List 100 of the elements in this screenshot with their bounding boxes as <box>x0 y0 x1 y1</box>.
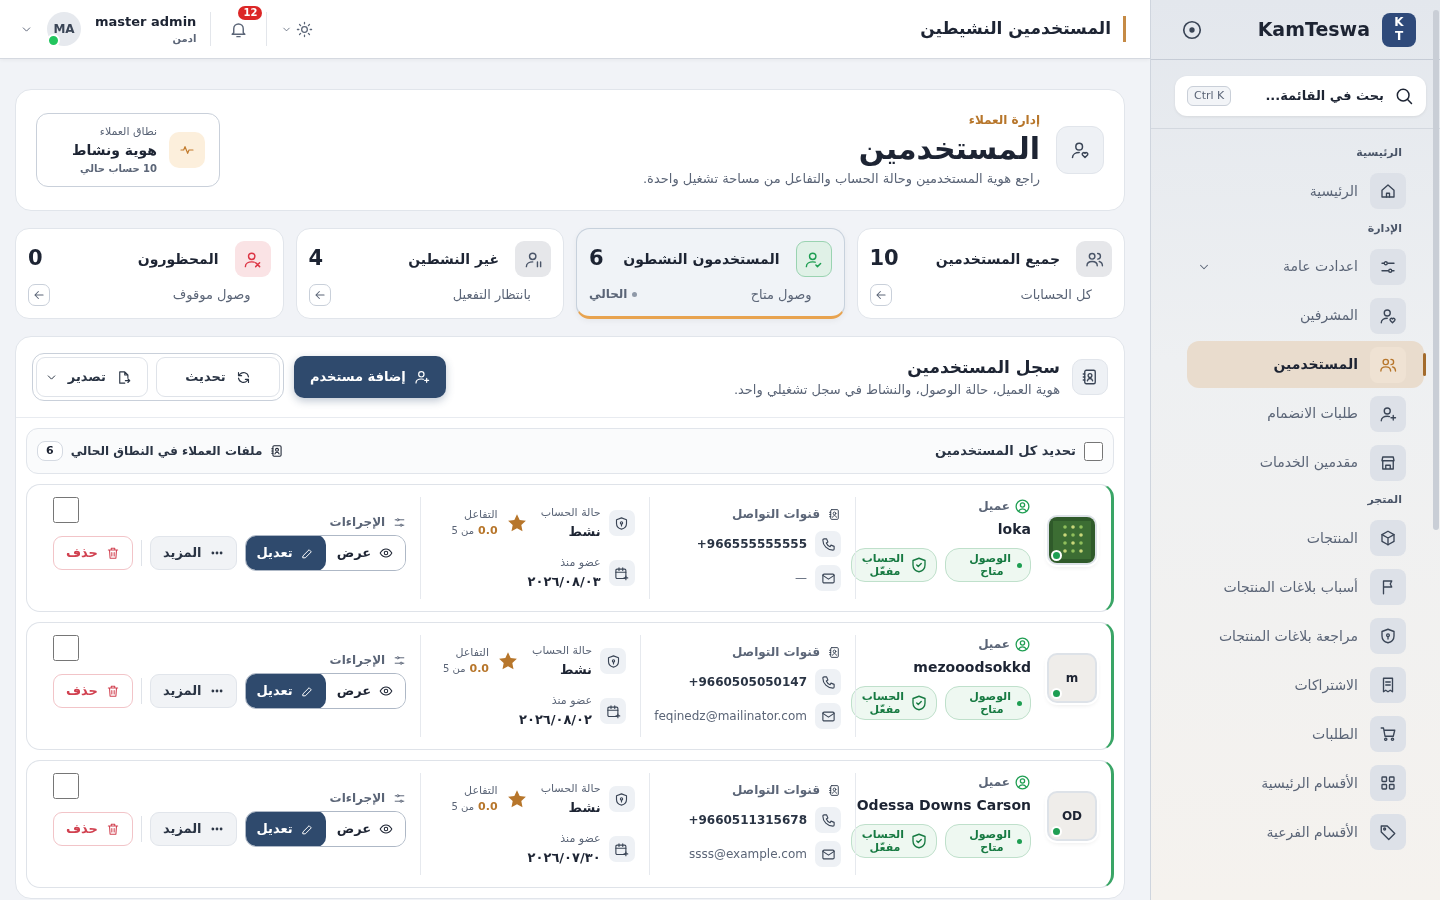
trash-icon <box>106 684 120 698</box>
score-scale: من 5 <box>443 662 466 676</box>
edit-button[interactable]: تعديل <box>245 674 326 708</box>
stat-title: المستخدمون النشطون <box>622 249 780 270</box>
eye-icon <box>379 822 394 836</box>
more-button[interactable]: المزيد <box>150 674 237 708</box>
edit-button[interactable]: تعديل <box>245 812 326 846</box>
delete-button[interactable]: حذف <box>53 812 133 846</box>
phone-icon <box>820 812 836 828</box>
edit-button[interactable]: تعديل <box>245 536 326 570</box>
stat-value: 4 <box>308 245 324 273</box>
delete-button[interactable]: حذف <box>53 536 133 570</box>
user-role: ادمن <box>171 32 197 47</box>
stat-value: 10 <box>869 245 899 273</box>
select-all-checkbox[interactable] <box>1084 441 1103 461</box>
delete-button[interactable]: حذف <box>53 674 133 708</box>
contacts-title: قنوات التواصل <box>731 782 820 799</box>
page-description: راجع هوية المستخدمين وحالة الحساب والتفاعل من مساحة تشغيل واحدة. <box>643 170 1040 189</box>
sidebar-item[interactable]: اعدادت عامة <box>1187 243 1416 290</box>
select-all-label: تحديد كل المستخدمين <box>935 442 1076 461</box>
engagement-score: 0.0 <box>478 523 498 539</box>
arrow-button[interactable] <box>28 284 50 306</box>
contact-card-icon <box>1081 368 1099 386</box>
sidebar-item[interactable]: أسباب بلاغات المنتجات <box>1187 563 1416 611</box>
eye-icon <box>379 684 394 698</box>
sidebar-item[interactable]: المستخدمين <box>1187 341 1424 388</box>
more-button[interactable]: المزيد <box>150 812 237 846</box>
sidebar-item[interactable]: المشرفين <box>1187 292 1416 339</box>
user-role: عميل <box>978 636 1010 653</box>
target-icon <box>1181 18 1203 41</box>
account-badge: الحساب مفعّل <box>851 824 937 859</box>
theme-toggle-button[interactable] <box>281 20 314 38</box>
stat-note: وصول متاح <box>749 285 813 304</box>
trash-icon <box>106 822 120 836</box>
row-checkbox[interactable] <box>53 497 79 523</box>
page-heading: المستخدمين <box>857 131 1040 168</box>
calendar-icon <box>614 565 630 581</box>
sidebar-item[interactable]: الأقسام الرئيسية <box>1187 759 1416 807</box>
search-field[interactable]: بحث في القائمة... <box>1239 85 1386 107</box>
sidebar-item[interactable]: الاشتراكات <box>1187 661 1416 709</box>
row-checkbox[interactable] <box>53 773 79 799</box>
pencil-icon <box>300 822 314 836</box>
email-address: — <box>795 570 807 587</box>
shortcut-hint: Ctrl K <box>1187 85 1232 107</box>
stat-title: غير النشطين <box>407 249 499 270</box>
scrollbar[interactable] <box>1433 10 1439 530</box>
user-name: loka <box>996 520 1031 539</box>
sidebar-toggle-button[interactable] <box>1181 18 1203 41</box>
star-icon <box>497 650 519 672</box>
engagement-label: التفاعل <box>463 506 498 523</box>
sidebar-item[interactable]: المنتجات <box>1187 514 1416 562</box>
refresh-button[interactable]: تحديث <box>156 357 280 397</box>
status-label: حالة الحساب <box>540 781 601 797</box>
sidebar-item[interactable]: الرئيسية <box>1187 167 1416 215</box>
calendar-icon <box>605 703 621 719</box>
status-label: حالة الحساب <box>540 505 601 521</box>
user-name: master admin <box>95 12 197 31</box>
current-label: الحالي <box>589 285 638 304</box>
user-plus-icon <box>1379 404 1397 423</box>
member-since-label: عضو منذ <box>559 831 601 847</box>
stat-title: المحظورون <box>136 249 219 270</box>
export-button[interactable]: تصدير <box>36 357 148 397</box>
engagement-label: التفاعل <box>463 782 498 799</box>
shield-icon <box>605 653 621 669</box>
user-avatar[interactable]: MA <box>47 12 81 46</box>
sidebar-item[interactable]: الأقسام الفرعية <box>1187 808 1416 856</box>
grid-icon <box>1379 774 1397 792</box>
sidebar-item[interactable]: مقدمين الخدمات <box>1187 439 1416 486</box>
stat-value: 0 <box>28 245 43 273</box>
phone-icon <box>820 536 836 552</box>
more-button[interactable]: المزيد <box>150 536 237 570</box>
user-name: mezooodsokkd <box>912 658 1031 677</box>
add-user-button[interactable]: إضافة مستخدم <box>294 356 446 398</box>
sidebar-item[interactable]: طلبات الانضمام <box>1187 390 1416 437</box>
contact-card-icon <box>828 645 841 659</box>
row-checkbox[interactable] <box>53 635 79 661</box>
engagement-score: 0.0 <box>478 799 498 815</box>
phone-number: +9660505050147 <box>688 674 807 691</box>
section-heading: الرئيسية <box>1355 145 1402 161</box>
scope-count: 10 حساب حالي <box>79 162 157 177</box>
stat-note: كل الحسابات <box>1019 286 1093 305</box>
member-since-date: ٢٠٢٦/٠٨/٠٣ <box>527 572 601 591</box>
user-name: Odessa Downs Carson <box>855 796 1031 815</box>
stat-note: بانتظار التفعيل <box>451 286 532 305</box>
calendar-icon <box>614 841 630 857</box>
actions-label: الإجراءات <box>329 790 386 807</box>
scope-value: هوية ونشاط <box>71 141 157 161</box>
sidebar-item[interactable]: الطلبات <box>1187 710 1416 758</box>
score-scale: من 5 <box>451 524 475 538</box>
phone-number: +9660511315678 <box>688 812 807 829</box>
user-avatar: OD <box>1047 790 1097 841</box>
account-status: نشط <box>558 660 592 679</box>
phone-icon <box>820 674 836 690</box>
sidebar-item[interactable]: مراجعة بلاغات المنتجات <box>1187 612 1416 660</box>
contact-card-icon <box>270 444 285 458</box>
eyebrow-label: إدارة العملاء <box>967 112 1040 130</box>
engagement-label: التفاعل <box>454 644 489 661</box>
phone-number: +966555555555 <box>696 536 807 553</box>
stat-title: جميع المستخدمين <box>934 249 1060 270</box>
shield-check-icon <box>910 832 928 851</box>
